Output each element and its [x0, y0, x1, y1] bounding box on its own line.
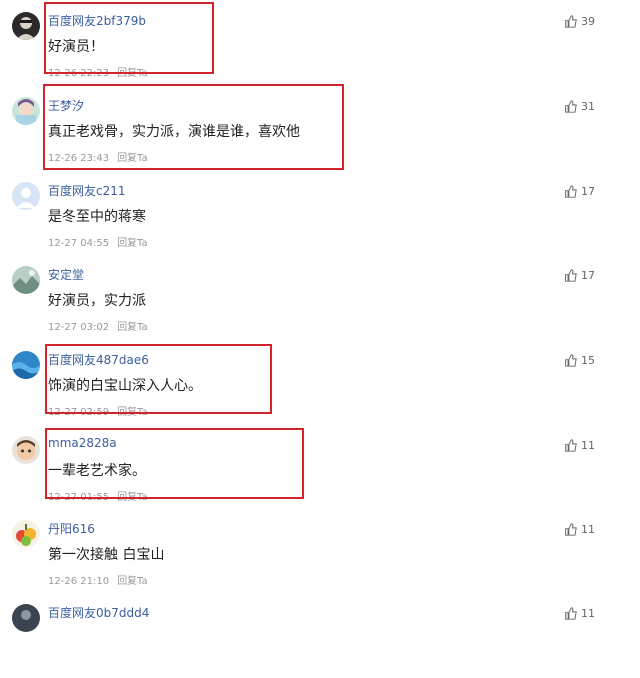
comment-meta: 12-26 22:23 回复Ta	[48, 64, 148, 79]
comment-time: 12-27 01:55	[48, 492, 110, 503]
comment-username[interactable]: 百度网友487dae6	[48, 351, 149, 368]
comment-text: 饰演的白宝山深入人心。	[48, 378, 202, 394]
reply-link[interactable]: 回复Ta	[117, 68, 148, 79]
comment-username[interactable]: 丹阳616	[48, 520, 95, 537]
thumbs-up-icon	[565, 438, 577, 452]
comment-meta: 12-27 04:55 回复Ta	[48, 234, 148, 249]
like-count: 11	[581, 438, 595, 452]
comment-username[interactable]: 百度网友0b7ddd4	[48, 604, 149, 621]
comment-text: 是冬至中的蒋寒	[48, 209, 146, 225]
comment-time: 12-26 23:43	[48, 153, 110, 164]
like-button[interactable]: 39	[564, 12, 595, 30]
comment-meta: 12-27 01:55 回复Ta	[48, 488, 148, 503]
comment-item: 安定堂 好演员，实力派 12-27 03:02 回复Ta 17	[0, 256, 640, 340]
dark-avatar-icon[interactable]	[12, 604, 40, 632]
reply-link[interactable]: 回复Ta	[117, 153, 148, 164]
reply-link[interactable]: 回复Ta	[117, 492, 148, 503]
comment-meta: 12-26 23:43 回复Ta	[48, 149, 148, 164]
comment-time: 12-27 02:59	[48, 407, 110, 418]
thumbs-up-icon	[565, 14, 577, 28]
cartoon-face-avatar-icon[interactable]	[12, 436, 40, 464]
comment-item: 百度网友c211 是冬至中的蒋寒 12-27 04:55 回复Ta 17	[0, 172, 640, 256]
comment-meta: 12-27 02:59 回复Ta	[48, 403, 148, 418]
like-button[interactable]: 17	[564, 266, 595, 284]
landscape-avatar-icon[interactable]	[12, 266, 40, 294]
thumbs-up-icon	[565, 184, 577, 198]
like-count: 11	[581, 606, 595, 620]
like-button[interactable]: 11	[564, 520, 595, 538]
comment-username[interactable]: 百度网友2bf379b	[48, 12, 146, 29]
thumbs-up-icon	[565, 353, 577, 367]
comment-text: 好演员！	[48, 39, 104, 55]
blue-wave-avatar-icon[interactable]	[12, 351, 40, 379]
thumbs-up-icon	[565, 268, 577, 282]
like-count: 31	[581, 99, 595, 113]
comment-time: 12-27 03:02	[48, 322, 110, 333]
comment-time: 12-27 04:55	[48, 238, 110, 249]
like-count: 11	[581, 522, 595, 536]
comment-item: 百度网友0b7ddd4 11	[0, 594, 640, 678]
reply-link[interactable]: 回复Ta	[117, 238, 148, 249]
comment-username[interactable]: mma2828a	[48, 436, 117, 450]
comment-text: 真正老戏骨，实力派，演谁是谁，喜欢他	[48, 124, 300, 140]
comment-meta: 12-26 21:10 回复Ta	[48, 572, 148, 587]
comment-username[interactable]: 安定堂	[48, 266, 84, 283]
like-button[interactable]: 11	[564, 436, 595, 454]
like-button[interactable]: 15	[564, 351, 595, 369]
like-count: 17	[581, 268, 595, 282]
comment-text: 第一次接触 白宝山	[48, 547, 165, 563]
comment-item: 百度网友487dae6 饰演的白宝山深入人心。 12-27 02:59 回复Ta …	[0, 341, 640, 425]
default-avatar-icon[interactable]	[12, 182, 40, 210]
like-button[interactable]: 11	[564, 604, 595, 622]
thumbs-up-icon	[565, 606, 577, 620]
comment-text: 好演员，实力派	[48, 293, 146, 309]
comment-item: 丹阳616 第一次接触 白宝山 12-26 21:10 回复Ta 11	[0, 510, 640, 594]
like-button[interactable]: 31	[564, 97, 595, 115]
thumbs-up-icon	[565, 522, 577, 536]
dark-person-avatar-icon[interactable]	[12, 12, 40, 40]
fruit-avatar-icon[interactable]	[12, 520, 40, 548]
like-count: 39	[581, 14, 595, 28]
comment-item: 百度网友2bf379b 好演员！ 12-26 22:23 回复Ta 39	[0, 2, 640, 86]
thumbs-up-icon	[565, 99, 577, 113]
comment-time: 12-26 22:23	[48, 68, 110, 79]
comment-time: 12-26 21:10	[48, 576, 110, 587]
like-button[interactable]: 17	[564, 182, 595, 200]
reply-link[interactable]: 回复Ta	[117, 407, 148, 418]
comment-text: 一辈老艺术家。	[48, 463, 146, 479]
comment-username[interactable]: 百度网友c211	[48, 182, 126, 199]
comment-item: mma2828a 一辈老艺术家。 12-27 01:55 回复Ta 11	[0, 426, 640, 510]
reply-link[interactable]: 回复Ta	[117, 322, 148, 333]
comment-username[interactable]: 王梦汐	[48, 97, 84, 114]
comment-item: 王梦汐 真正老戏骨，实力派，演谁是谁，喜欢他 12-26 23:43 回复Ta 3…	[0, 87, 640, 171]
anime-girl-avatar-icon[interactable]	[12, 97, 40, 125]
reply-link[interactable]: 回复Ta	[117, 576, 148, 587]
like-count: 15	[581, 353, 595, 367]
comment-meta: 12-27 03:02 回复Ta	[48, 318, 148, 333]
like-count: 17	[581, 184, 595, 198]
